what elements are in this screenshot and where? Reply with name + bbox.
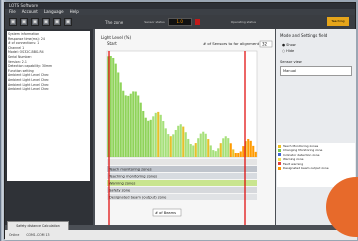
histogram-bar <box>217 148 220 157</box>
histogram-bar <box>139 102 142 157</box>
sensor-view-dropdown[interactable]: Manual <box>280 66 352 76</box>
histogram-bar <box>197 138 200 157</box>
app-window: LOTS Software File Account Language Help… <box>4 2 357 240</box>
histogram-bar <box>117 72 120 157</box>
sensor-status-value: 1.0 <box>167 18 192 26</box>
histogram-bar <box>219 143 222 157</box>
histogram-bar <box>149 119 152 157</box>
histogram-bar <box>167 134 170 157</box>
sensor-count-value: 32 <box>262 42 268 47</box>
histogram-bar <box>177 125 180 157</box>
zone-label: Warning zones <box>109 182 135 186</box>
histogram-bar <box>229 143 232 157</box>
histogram-bar <box>212 150 215 157</box>
histogram-bar <box>227 138 230 157</box>
histogram-bar <box>232 149 235 157</box>
histogram-bar <box>184 132 187 157</box>
tree-item[interactable]: Ambient Light Level Chec <box>8 87 89 92</box>
zone-label: The zone <box>105 19 124 25</box>
histogram-bar <box>234 153 237 157</box>
histogram-bar <box>182 126 185 157</box>
operating-status-label: Operating status <box>230 20 256 24</box>
legend-item: Designated beam output zone <box>278 166 354 170</box>
histogram-bar <box>199 133 202 157</box>
histogram-bar <box>112 57 115 157</box>
histogram-bar <box>144 117 147 157</box>
histogram-bar <box>174 129 177 157</box>
histogram-bar <box>214 151 217 157</box>
histogram-bar <box>154 112 157 157</box>
histogram-bar <box>134 91 137 157</box>
histogram-bar <box>239 151 242 157</box>
histogram-bar <box>224 136 227 157</box>
histogram-bar <box>192 145 195 157</box>
histogram-bar <box>124 95 127 157</box>
histogram-bar <box>254 151 257 157</box>
histogram-bar <box>137 95 140 157</box>
histogram-bar <box>152 116 155 157</box>
histogram-bar <box>249 140 252 157</box>
sensor-view-label: Sensor view <box>280 60 302 64</box>
zone-label: Teach monitoring zones <box>108 168 152 172</box>
histogram-bar <box>169 136 172 157</box>
histogram-bar <box>172 134 175 157</box>
histogram-bar <box>122 90 125 157</box>
left-panel: System information Response time(ms): 24… <box>5 29 93 231</box>
histogram-bar <box>164 128 167 157</box>
zone-label: Safety zone <box>109 189 131 193</box>
histogram-view: Teach monitoring zones Teaching monitorin… <box>95 29 275 225</box>
toolbar: ▣ ▣ ▣ ▣ ▣ ▣ The zone Sensor status 1.0 O… <box>5 15 355 29</box>
histogram-bar <box>202 131 205 157</box>
histogram-bar <box>187 138 190 157</box>
status-indicator <box>194 19 200 25</box>
tool-button-2[interactable]: ▣ <box>20 18 28 26</box>
histogram-bar <box>242 146 245 157</box>
histogram-bar <box>252 145 255 157</box>
status-bar: Online COM1-COM 13 <box>5 230 357 240</box>
histogram-bar <box>147 120 150 157</box>
histogram-bar <box>237 153 240 157</box>
histogram-bar <box>222 138 225 157</box>
start-label: Start <box>107 41 117 46</box>
main-panel: Teach monitoring zones Teaching monitorin… <box>95 29 275 225</box>
sensor-count-label: # of Sensors to for alignment <box>203 41 260 46</box>
histogram-bar <box>207 139 210 157</box>
sensor-status-label: Sensor status <box>144 20 165 24</box>
operating-status-value: Teaching <box>327 17 349 26</box>
status-right: COM1-COM 13 <box>26 233 50 237</box>
histogram-bar <box>142 110 145 157</box>
tool-button-6[interactable]: ▣ <box>64 18 72 26</box>
device-tree: System information Response time(ms): 24… <box>7 31 90 181</box>
histogram-bar <box>159 114 162 157</box>
tool-button-5[interactable]: ▣ <box>53 18 61 26</box>
beam-select-label: # of Beams <box>155 211 176 215</box>
histogram-bar <box>127 95 130 157</box>
histogram-bar <box>162 121 165 157</box>
status-left: Online <box>9 233 20 237</box>
histogram-bar <box>189 144 192 157</box>
histogram-bar <box>179 124 182 157</box>
tool-button-3[interactable]: ▣ <box>31 18 39 26</box>
radio-group: ● Show ○ Hide <box>276 42 356 54</box>
settings-title: Mode and Settings field <box>280 33 328 38</box>
tool-button-1[interactable]: ▣ <box>9 18 17 26</box>
histogram-bar <box>209 145 212 157</box>
histogram-bar <box>114 63 117 158</box>
light-level-label: Light Level (%) <box>101 35 131 40</box>
histogram-bar <box>109 55 112 157</box>
histogram-bar <box>194 143 197 157</box>
histogram-bar <box>119 82 122 157</box>
histogram-bar <box>247 138 250 157</box>
histogram-bar <box>204 133 207 157</box>
histogram-bar <box>129 93 132 157</box>
tool-button-4[interactable]: ▣ <box>42 18 50 26</box>
zone-label: Designated beam (output) zone <box>109 196 167 200</box>
zone-label: Teaching monitoring zones <box>108 175 157 179</box>
histogram-bar <box>157 111 160 157</box>
histogram-bar <box>132 91 135 157</box>
